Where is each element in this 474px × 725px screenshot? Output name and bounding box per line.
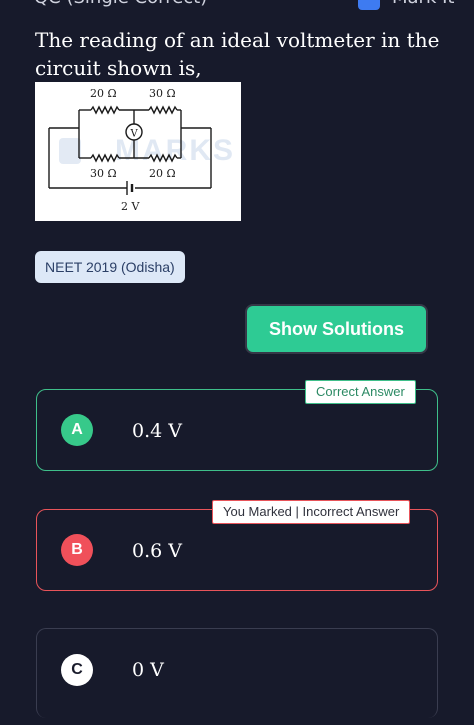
- circuit-diagram: MARKS V 20 Ω 30 Ω 30 Ω 20 Ω 2 V: [35, 82, 241, 221]
- question-type-label: QC (Single Correct): [34, 0, 207, 8]
- top-bar: QC (Single Correct) Mark It: [0, 0, 474, 12]
- option-c-letter: C: [61, 654, 93, 686]
- option-b-text: 0.6 V: [132, 540, 182, 562]
- option-a-text: 0.4 V: [132, 420, 182, 442]
- resistor-top-right-label: 30 Ω: [149, 87, 176, 100]
- mark-checkbox[interactable]: [358, 0, 380, 10]
- voltmeter-label: V: [130, 129, 139, 140]
- exam-tag: NEET 2019 (Odisha): [35, 251, 185, 283]
- battery-label: 2 V: [121, 200, 140, 213]
- question-text: The reading of an ideal voltmeter in the…: [35, 28, 440, 80]
- option-b-letter: B: [61, 534, 93, 566]
- show-solutions-button[interactable]: Show Solutions: [247, 306, 426, 352]
- resistor-top-left-label: 20 Ω: [90, 87, 117, 100]
- option-c[interactable]: C 0 V: [36, 628, 438, 718]
- resistor-bottom-left-label: 30 Ω: [90, 167, 117, 180]
- resistor-bottom-right-label: 20 Ω: [149, 167, 176, 180]
- option-c-text: 0 V: [132, 659, 164, 681]
- option-a-letter: A: [61, 414, 93, 446]
- correct-answer-badge: Correct Answer: [305, 380, 416, 404]
- incorrect-answer-badge: You Marked | Incorrect Answer: [212, 500, 411, 524]
- mark-it-label[interactable]: Mark It: [392, 0, 454, 8]
